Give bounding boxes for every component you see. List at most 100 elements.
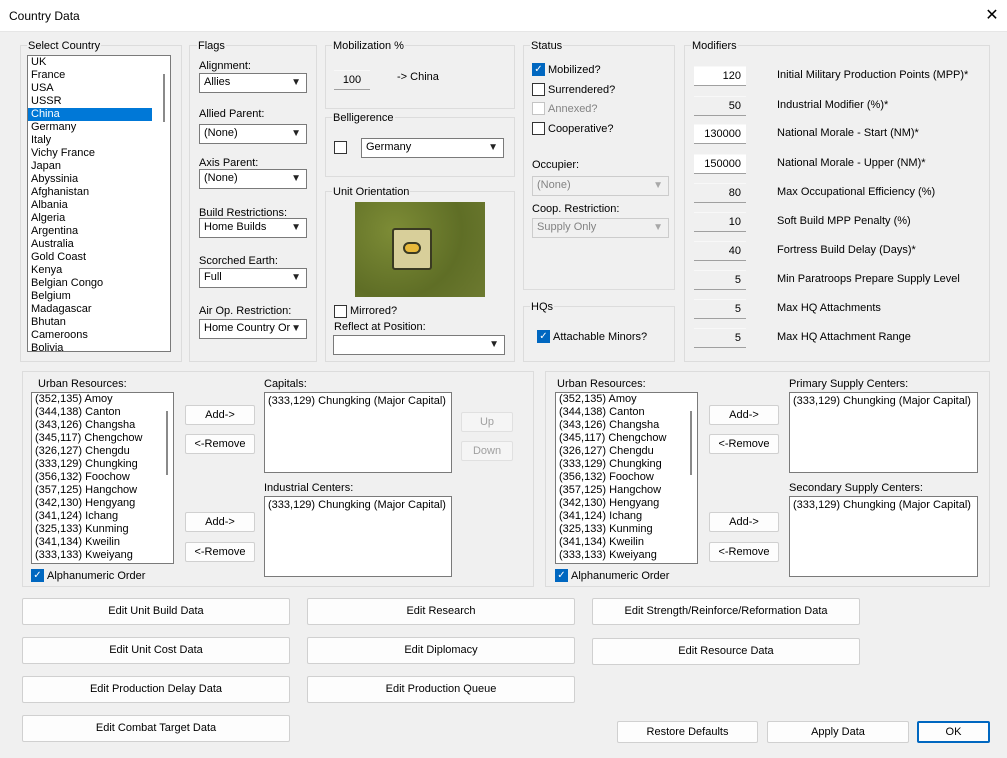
- urban-resources-scrollbar-right[interactable]: [686, 394, 696, 562]
- country-list-item[interactable]: Albania: [28, 199, 152, 212]
- remove-industrial-button[interactable]: <-Remove: [185, 542, 255, 562]
- apply-data-button[interactable]: Apply Data: [767, 721, 909, 743]
- edit-diplomacy-button[interactable]: Edit Diplomacy: [307, 637, 575, 664]
- capitals-list[interactable]: (333,129) Chungking (Major Capital): [264, 392, 452, 473]
- surrendered-checkbox[interactable]: [532, 83, 545, 96]
- urban-resource-item[interactable]: (352,135) Amoy: [556, 393, 697, 406]
- country-list-item[interactable]: Cameroons: [28, 329, 152, 342]
- urban-resource-item[interactable]: (342,130) Hengyang: [556, 497, 697, 510]
- country-list-item[interactable]: Gold Coast: [28, 251, 152, 264]
- build-restrictions-select[interactable]: Home Builds ▼: [199, 218, 307, 238]
- mirrored-checkbox[interactable]: [334, 305, 347, 318]
- close-icon[interactable]: ✕: [983, 5, 1001, 25]
- alphanumeric-order-checkbox[interactable]: ✓: [31, 569, 44, 582]
- urban-resource-item[interactable]: (343,126) Changsha: [556, 419, 697, 432]
- edit-production-delay-button[interactable]: Edit Production Delay Data: [22, 676, 290, 703]
- urban-resource-item[interactable]: (341,124) Ichang: [32, 510, 173, 523]
- list-item[interactable]: (333,129) Chungking (Major Capital): [268, 395, 448, 407]
- edit-unit-cost-button[interactable]: Edit Unit Cost Data: [22, 637, 290, 664]
- modifier-value-field[interactable]: 50: [694, 96, 746, 116]
- urban-resource-item[interactable]: (345,117) Chengchow: [32, 432, 173, 445]
- add-capital-button[interactable]: Add->: [185, 405, 255, 425]
- add-secondary-button[interactable]: Add->: [709, 512, 779, 532]
- up-button[interactable]: Up: [461, 412, 513, 432]
- country-list-item[interactable]: Belgian Congo: [28, 277, 152, 290]
- edit-production-queue-button[interactable]: Edit Production Queue: [307, 676, 575, 703]
- modifier-value-field[interactable]: 5: [694, 328, 746, 348]
- modifier-value-field[interactable]: 120: [694, 66, 746, 86]
- urban-resource-item[interactable]: (326,127) Chengdu: [32, 445, 173, 458]
- urban-resource-item[interactable]: (325,133) Kunming: [556, 523, 697, 536]
- list-item[interactable]: (333,129) Chungking (Major Capital): [793, 499, 974, 511]
- country-list-item[interactable]: Bhutan: [28, 316, 152, 329]
- urban-resource-item[interactable]: (344,138) Canton: [32, 406, 173, 419]
- urban-resource-item[interactable]: (344,138) Canton: [556, 406, 697, 419]
- urban-resource-item[interactable]: (341,134) Kweilin: [32, 536, 173, 549]
- urban-resource-item[interactable]: (352,135) Amoy: [32, 393, 173, 406]
- primary-supply-list[interactable]: (333,129) Chungking (Major Capital): [789, 392, 978, 473]
- modifier-value-field[interactable]: 130000: [694, 124, 746, 144]
- country-list-item[interactable]: Australia: [28, 238, 152, 251]
- urban-resource-item[interactable]: (342,130) Hengyang: [32, 497, 173, 510]
- urban-resource-item[interactable]: (341,134) Kweilin: [556, 536, 697, 549]
- urban-resource-item[interactable]: (357,125) Hangchow: [556, 484, 697, 497]
- country-list-item[interactable]: Algeria: [28, 212, 152, 225]
- country-list-item[interactable]: Madagascar: [28, 303, 152, 316]
- urban-resource-item[interactable]: (333,129) Chungking: [32, 458, 173, 471]
- country-list-item[interactable]: USSR: [28, 95, 152, 108]
- add-industrial-button[interactable]: Add->: [185, 512, 255, 532]
- edit-combat-target-button[interactable]: Edit Combat Target Data: [22, 715, 290, 742]
- down-button[interactable]: Down: [461, 441, 513, 461]
- attachable-minors-checkbox[interactable]: ✓: [537, 330, 550, 343]
- air-op-restriction-select[interactable]: Home Country Or ▼: [199, 319, 307, 339]
- country-list-item[interactable]: Kenya: [28, 264, 152, 277]
- urban-resource-item[interactable]: (326,127) Chengdu: [556, 445, 697, 458]
- urban-resource-item[interactable]: (333,133) Kweiyang: [556, 549, 697, 562]
- edit-strength-button[interactable]: Edit Strength/Reinforce/Reformation Data: [592, 598, 860, 625]
- occupier-select[interactable]: (None) ▼: [532, 176, 669, 196]
- country-list-item[interactable]: Abyssinia: [28, 173, 152, 186]
- modifier-value-field[interactable]: 5: [694, 299, 746, 319]
- urban-resource-item[interactable]: (343,126) Changsha: [32, 419, 173, 432]
- alphanumeric-order-checkbox-right[interactable]: ✓: [555, 569, 568, 582]
- mobilized-checkbox[interactable]: ✓: [532, 63, 545, 76]
- country-list-item[interactable]: Belgium: [28, 290, 152, 303]
- ok-button[interactable]: OK: [917, 721, 990, 743]
- country-list-item[interactable]: Italy: [28, 134, 152, 147]
- remove-capital-button[interactable]: <-Remove: [185, 434, 255, 454]
- coop-restriction-select[interactable]: Supply Only ▼: [532, 218, 669, 238]
- restore-defaults-button[interactable]: Restore Defaults: [617, 721, 758, 743]
- urban-resource-item[interactable]: (325,133) Kunming: [32, 523, 173, 536]
- urban-resource-item[interactable]: (345,117) Chengchow: [556, 432, 697, 445]
- country-list-item[interactable]: China: [28, 108, 152, 121]
- country-list[interactable]: UK France USA USSR China Germany Italy Vichy Fr…: [27, 55, 171, 352]
- country-list-scrollbar[interactable]: [159, 57, 169, 350]
- urban-resource-item[interactable]: (333,129) Chungking: [556, 458, 697, 471]
- edit-resource-button[interactable]: Edit Resource Data: [592, 638, 860, 665]
- country-list-item[interactable]: USA: [28, 82, 152, 95]
- cooperative-checkbox[interactable]: [532, 122, 545, 135]
- edit-research-button[interactable]: Edit Research: [307, 598, 575, 625]
- country-list-item[interactable]: Germany: [28, 121, 152, 134]
- country-list-item[interactable]: France: [28, 69, 152, 82]
- allied-parent-select[interactable]: (None) ▼: [199, 124, 307, 144]
- country-list-item[interactable]: UK: [28, 56, 152, 69]
- list-item[interactable]: (333,129) Chungking (Major Capital): [268, 499, 448, 511]
- country-list-item[interactable]: Japan: [28, 160, 152, 173]
- remove-primary-button[interactable]: <-Remove: [709, 434, 779, 454]
- urban-resource-item[interactable]: (356,132) Foochow: [556, 471, 697, 484]
- belligerence-select[interactable]: Germany ▼: [361, 138, 504, 158]
- urban-resources-scrollbar[interactable]: [162, 394, 172, 562]
- list-item[interactable]: (333,129) Chungking (Major Capital): [793, 395, 974, 407]
- country-list-item[interactable]: Argentina: [28, 225, 152, 238]
- add-primary-button[interactable]: Add->: [709, 405, 779, 425]
- modifier-value-field[interactable]: 40: [694, 241, 746, 261]
- modifier-value-field[interactable]: 10: [694, 212, 746, 232]
- secondary-supply-list[interactable]: (333,129) Chungking (Major Capital): [789, 496, 978, 577]
- industrial-centers-list[interactable]: (333,129) Chungking (Major Capital): [264, 496, 452, 577]
- belligerence-checkbox[interactable]: [334, 141, 347, 154]
- edit-unit-build-button[interactable]: Edit Unit Build Data: [22, 598, 290, 625]
- country-list-item[interactable]: Afghanistan: [28, 186, 152, 199]
- urban-resource-item[interactable]: (333,133) Kweiyang: [32, 549, 173, 562]
- scorched-earth-select[interactable]: Full ▼: [199, 268, 307, 288]
